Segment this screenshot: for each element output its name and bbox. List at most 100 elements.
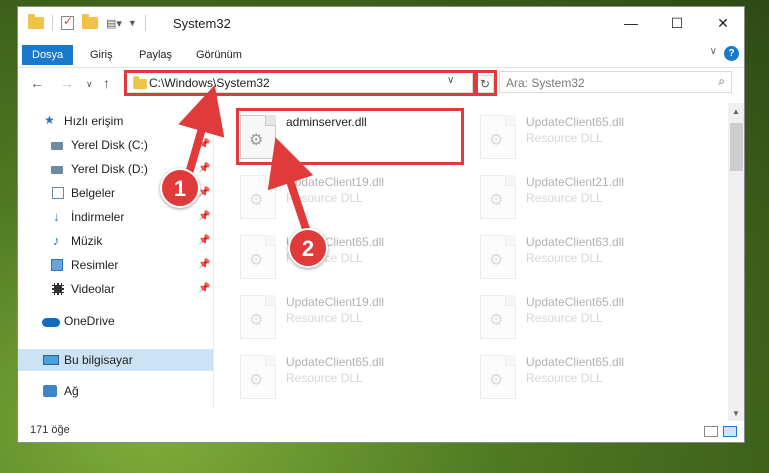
sidebar-item-label: Bu bilgisayar [64,353,133,367]
sidebar-item-this-pc[interactable]: Bu bilgisayar [18,349,213,371]
file-item[interactable]: ⚙ UpdateClient19.dll Resource DLL [214,169,439,221]
tab-file[interactable]: Dosya [22,45,74,65]
dll-file-icon: ⚙ [480,175,516,219]
pin-icon[interactable]: 📌 [198,158,210,180]
documents-icon [52,187,64,199]
search-placeholder: Ara: System32 [506,76,585,90]
file-type: Resource DLL [286,311,363,325]
file-type: Resource DLL [526,251,603,265]
title-bar: ▤▾ ▼ System32 — ☐ ✕ [18,7,744,39]
sidebar-item-downloads[interactable]: ↓ İndirmeler 📌 [18,206,213,228]
recent-locations-icon[interactable]: ∨ [86,79,93,90]
tab-view[interactable]: Görünüm [196,45,242,65]
file-name: UpdateClient65.dll [526,355,625,369]
file-name: UpdateClient65.dll [286,355,385,369]
tab-share[interactable]: Paylaş [139,45,172,65]
computer-icon [43,355,59,365]
pin-icon[interactable]: 📌 [198,278,210,300]
sidebar-item-quick-access[interactable]: ★ Hızlı erişim [18,110,213,132]
pin-icon[interactable]: 📌 [198,206,210,228]
file-type: Resource DLL [526,131,603,145]
sidebar-item-music[interactable]: ♪ Müzik 📌 [18,230,213,252]
minimize-button[interactable]: — [608,7,654,39]
file-item[interactable]: ⚙ UpdateClient65.dll Resource DLL [454,109,679,161]
sidebar-item-label: Ağ [64,384,79,398]
gear-icon: ⚙ [249,252,264,269]
forward-arrow-icon[interactable]: → [60,75,74,91]
search-input[interactable]: Ara: System32 ⌕ [499,71,732,93]
sidebar-item-label: İndirmeler [71,210,125,224]
sidebar-item-disk-c[interactable]: Yerel Disk (C:) 📌 [18,134,213,156]
gear-icon: ⚙ [489,372,504,389]
gear-icon: ⚙ [489,312,504,329]
pin-icon[interactable]: 📌 [198,134,210,156]
file-item[interactable]: ⚙ UpdateClient19.dll Resource DLL [214,289,439,341]
sidebar-item-label: Yerel Disk (C:) [71,138,148,152]
file-item[interactable]: ⚙ UpdateClient63.dll Resource DLL [454,229,679,281]
sidebar-item-label: Belgeler [71,186,116,200]
dll-file-icon: ⚙ [240,355,276,399]
scroll-down-icon[interactable]: ▼ [732,409,740,418]
sidebar-item-label: Resimler [71,258,119,272]
network-icon [43,385,57,397]
file-item[interactable]: ⚙ UpdateClient65.dll Resource DLL [454,289,679,341]
file-item[interactable]: ⚙ UpdateClient65.dll Resource DLL [454,349,679,401]
scrollbar-thumb[interactable] [730,123,743,171]
gear-icon: ⚙ [249,192,264,209]
dll-file-icon: ⚙ [240,235,276,279]
back-arrow-icon[interactable]: ← [30,75,44,91]
cloud-icon [42,318,60,327]
vertical-scrollbar[interactable]: ▲ ▼ [728,103,744,421]
details-view-icon[interactable] [704,426,718,437]
large-icons-view-icon[interactable] [723,426,737,437]
sidebar-item-pictures[interactable]: Resimler 📌 [18,254,213,276]
dll-file-icon: ⚙ [240,295,276,339]
expand-ribbon-icon[interactable]: ∨ [710,46,717,57]
step-1-badge: 1 [160,168,200,208]
pin-icon[interactable]: 📌 [198,254,210,276]
navigation-bar: ← → ∨ ↑ C:\Windows\System32 ∨ ↻ Ara: Sys… [18,68,744,100]
maximize-button[interactable]: ☐ [654,7,700,39]
new-folder-icon[interactable] [82,14,98,29]
file-type: Resource DLL [286,191,363,205]
quick-access-toolbar: ▤▾ ▼ [28,14,146,32]
sidebar-item-label: OneDrive [64,314,115,328]
pin-icon[interactable]: 📌 [198,230,210,252]
file-type: Resource DLL [526,371,603,385]
highlight-address-box [124,70,478,96]
file-item[interactable]: ⚙ UpdateClient65.dll Resource DLL [214,349,439,401]
window-title: System32 [173,16,231,31]
dll-file-icon: ⚙ [480,355,516,399]
music-icon: ♪ [53,233,60,248]
drive-icon [51,166,63,174]
item-count: 171 öğe [30,424,70,436]
gear-icon: ⚙ [249,372,264,389]
sidebar-item-network[interactable]: Ağ [18,380,213,402]
sidebar-item-label: Hızlı erişim [64,114,124,128]
properties-icon[interactable] [61,14,74,30]
file-type: Resource DLL [286,371,363,385]
videos-icon [52,283,64,295]
dll-file-icon: ⚙ [240,175,276,219]
file-type: Resource DLL [526,191,603,205]
sidebar-item-label: Yerel Disk (D:) [71,162,148,176]
sidebar-item-onedrive[interactable]: OneDrive [18,310,213,332]
toolbar-divider [52,15,53,31]
file-type: Resource DLL [526,311,603,325]
ribbon-tabs: Dosya Giriş Paylaş Görünüm ∨ ? [18,41,744,68]
sidebar-item-label: Müzik [71,234,103,248]
close-button[interactable]: ✕ [700,7,744,39]
sidebar-item-videos[interactable]: Videolar 📌 [18,278,213,300]
up-arrow-icon[interactable]: ↑ [103,75,110,91]
tab-home[interactable]: Giriş [90,45,113,65]
status-bar: 171 öğe [18,421,744,442]
file-name: UpdateClient19.dll [286,175,385,189]
help-icon[interactable]: ? [724,46,739,61]
file-name: UpdateClient19.dll [286,295,385,309]
customize-toolbar-icon[interactable]: ▤▾ [106,17,122,30]
scroll-up-icon[interactable]: ▲ [732,107,740,116]
file-name: UpdateClient65.dll [526,115,625,129]
file-item[interactable]: ⚙ UpdateClient21.dll Resource DLL [454,169,679,221]
toolbar-divider [144,15,146,31]
chevron-down-icon[interactable]: ▼ [128,18,137,28]
